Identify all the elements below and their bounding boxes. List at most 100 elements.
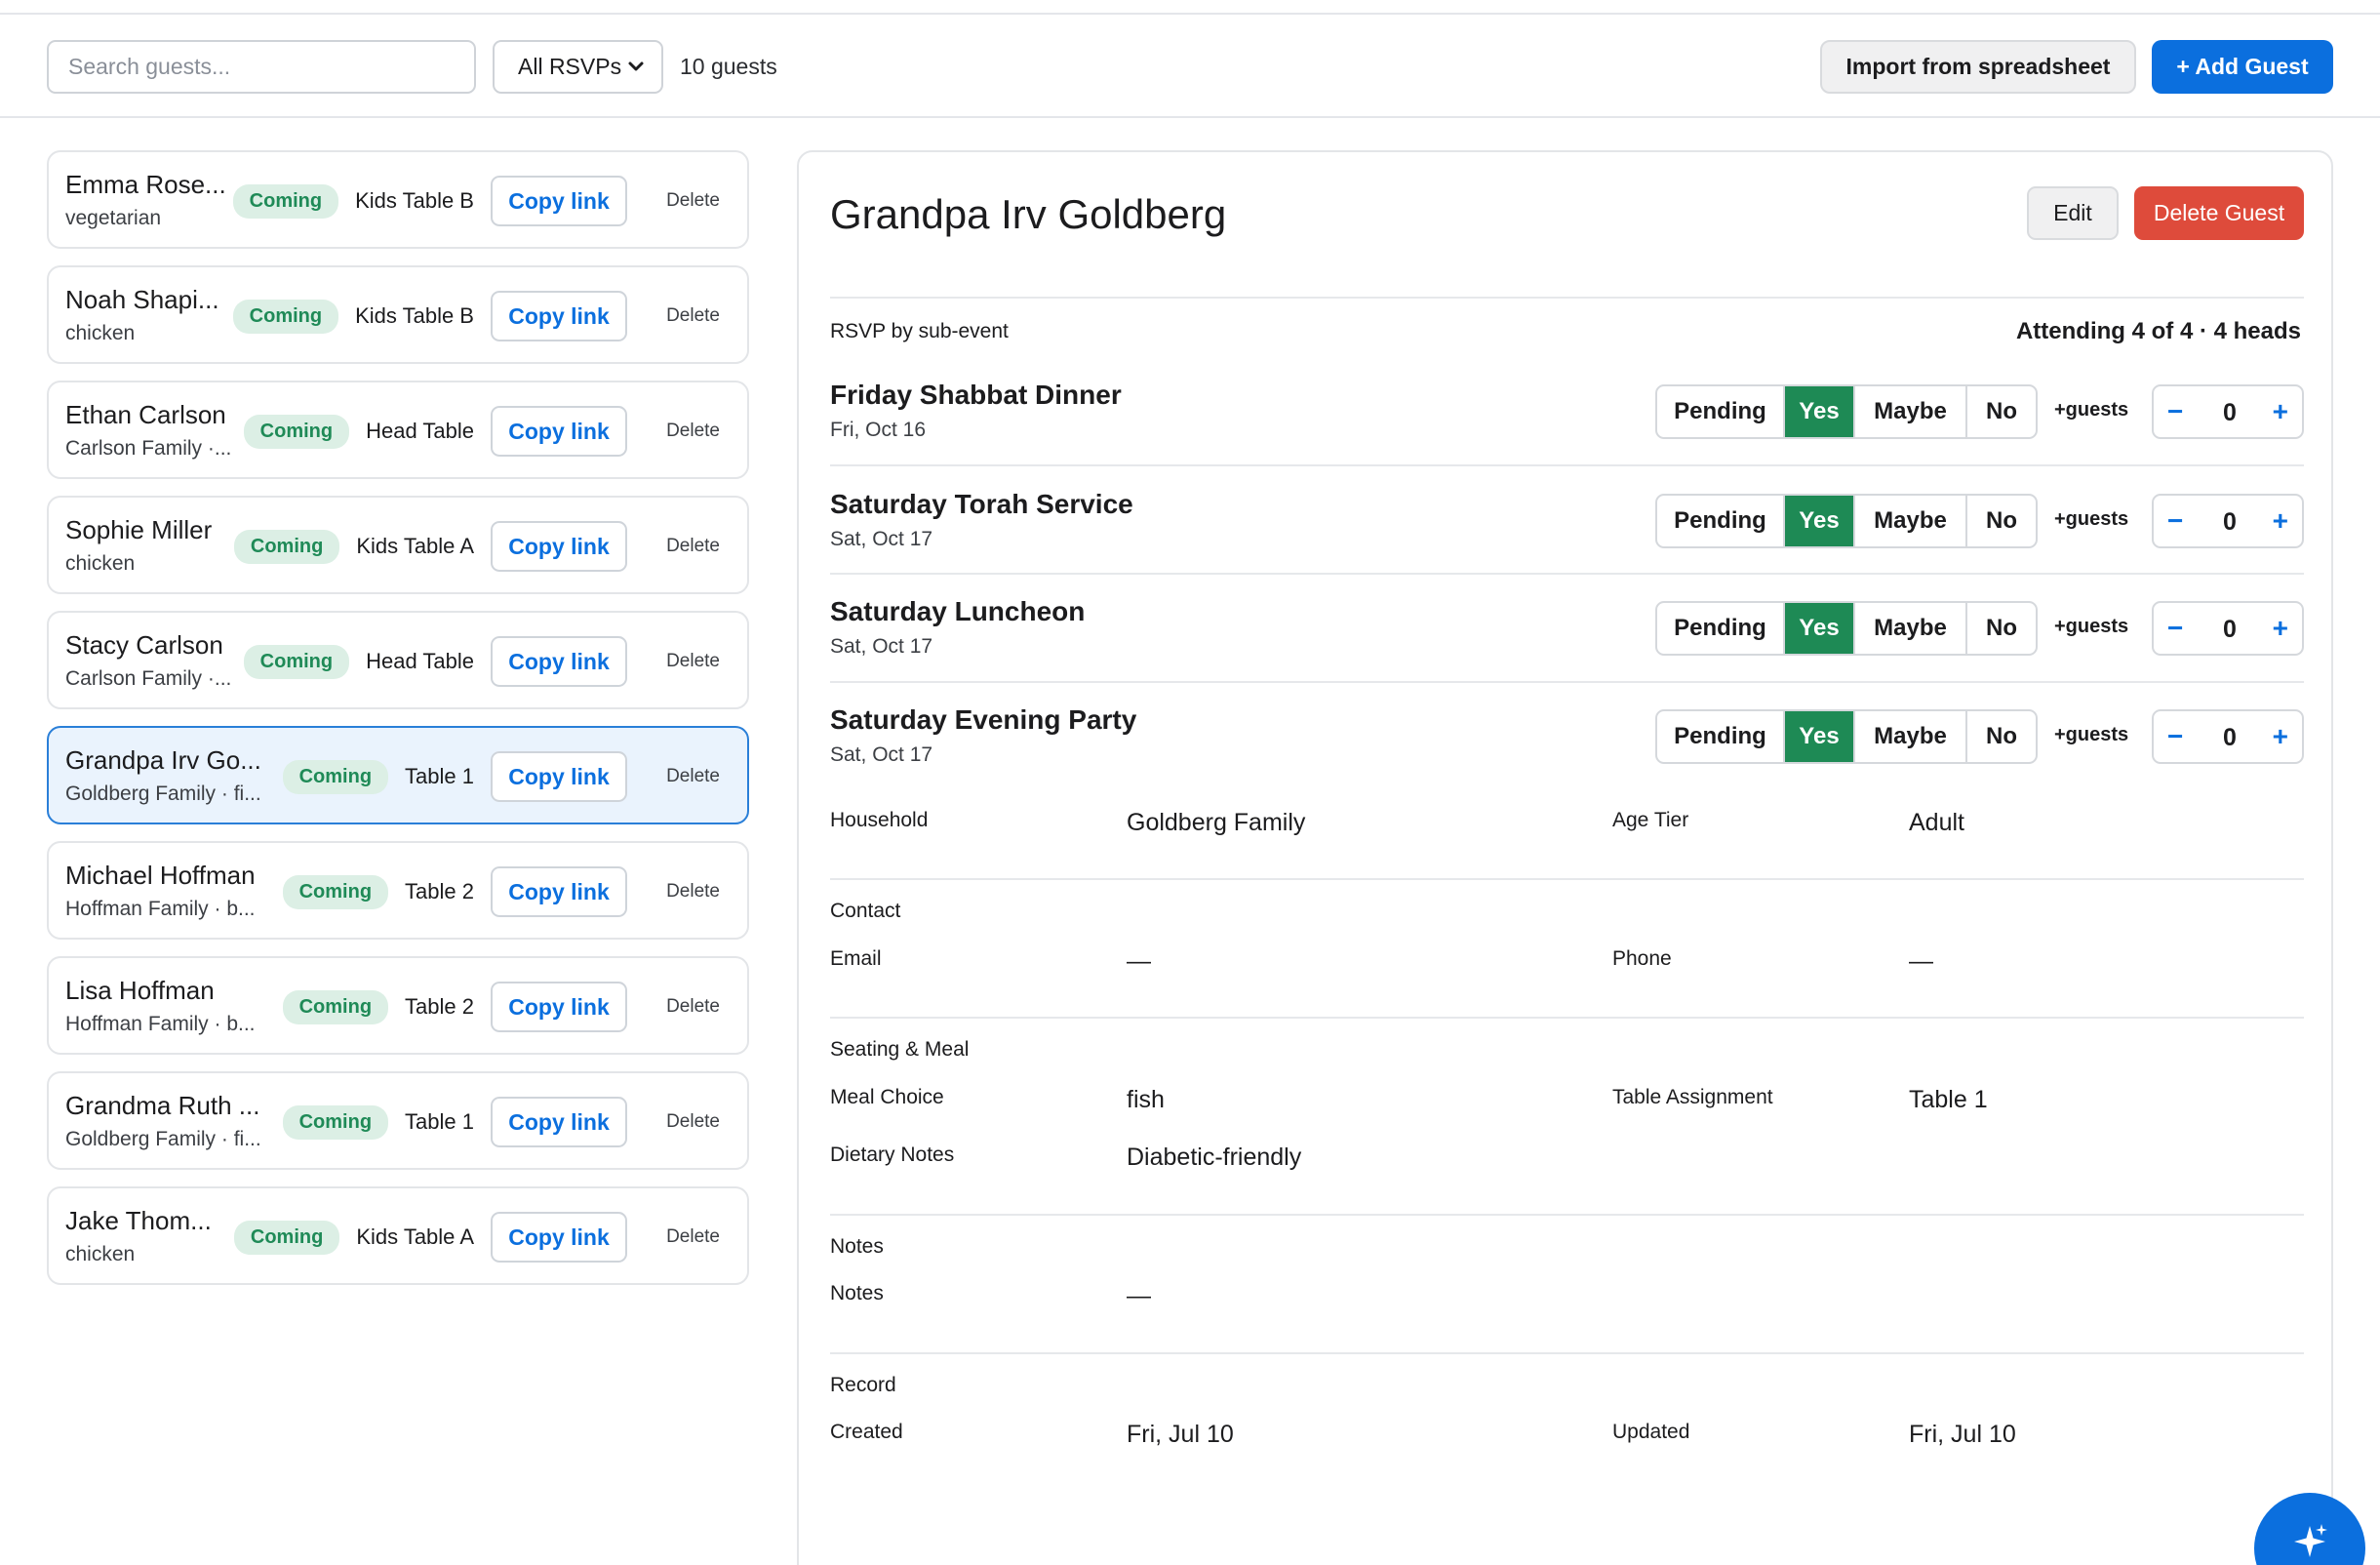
subevent-date: Sat, Oct 17 [830,743,933,766]
rsvp-option-pending[interactable]: Pending [1657,711,1785,762]
rsvp-option-maybe[interactable]: Maybe [1855,386,1967,437]
guest-table: Head Table [366,419,474,443]
copy-link-button[interactable]: Copy link [491,636,627,687]
status-badge: Coming [282,1104,389,1140]
delete-guest-link[interactable]: Delete [627,766,720,787]
notes-label: Notes [830,1282,884,1304]
delete-guest-link[interactable]: Delete [627,190,720,212]
meal-choice-value: fish [1127,1086,1165,1113]
rsvp-option-yes[interactable]: Yes [1785,496,1855,546]
guest-card[interactable]: Jake Thom... chicken Coming Kids Table A… [47,1186,749,1285]
rsvp-option-maybe[interactable]: Maybe [1855,603,1967,654]
rsvp-option-no[interactable]: No [1967,496,2036,546]
rsvp-option-maybe[interactable]: Maybe [1855,496,1967,546]
plus-guests-stepper: − 0 + [2152,709,2304,764]
subevent-date: Fri, Oct 16 [830,419,927,441]
copy-link-button[interactable]: Copy link [491,1212,627,1263]
guest-card[interactable]: Ethan Carlson Carlson Family ·... Coming… [47,381,749,479]
delete-guest-link[interactable]: Delete [627,1226,720,1248]
subevent-row: Friday Shabbat Dinner Fri, Oct 16 Pendin… [830,380,2304,467]
import-spreadsheet-button[interactable]: Import from spreadsheet [1820,40,2136,94]
guest-subtitle: chicken [65,1243,136,1265]
add-guest-button[interactable]: + Add Guest [2152,40,2333,94]
rsvp-option-no[interactable]: No [1967,603,2036,654]
delete-guest-link[interactable]: Delete [627,1111,720,1133]
copy-link-button[interactable]: Copy link [491,1097,627,1147]
delete-guest-link[interactable]: Delete [627,996,720,1018]
divider [830,1352,2304,1354]
rsvp-option-maybe[interactable]: Maybe [1855,711,1967,762]
copy-link-button[interactable]: Copy link [491,751,627,802]
updated-value: Fri, Jul 10 [1909,1421,2016,1448]
guest-card[interactable]: Grandma Ruth ... Goldberg Family · fi...… [47,1071,749,1170]
increment-button[interactable]: + [2273,396,2288,427]
rsvp-option-pending[interactable]: Pending [1657,496,1785,546]
rsvp-filter-select[interactable]: All RSVPs [493,40,663,94]
sparkle-icon [2294,1524,2327,1557]
toolbar: All RSVPs 10 guests Import from spreadsh… [0,15,2380,118]
guest-card-selected[interactable]: Grandpa Irv Go... Goldberg Family · fi..… [47,726,749,824]
guest-table: Table 1 [405,764,474,788]
delete-guest-link[interactable]: Delete [627,881,720,903]
divider [830,464,2304,466]
email-value: — [1127,947,1151,975]
guest-detail-panel: Grandpa Irv Goldberg Edit Delete Guest R… [797,150,2333,1565]
rsvp-segmented-control: Pending Yes Maybe No [1655,709,2038,764]
delete-guest-link[interactable]: Delete [627,536,720,557]
increment-button[interactable]: + [2273,505,2288,537]
divider [830,1017,2304,1019]
rsvp-option-pending[interactable]: Pending [1657,386,1785,437]
guest-table: Kids Table B [355,188,474,213]
dietary-notes-value: Diabetic-friendly [1127,1144,1302,1171]
rsvp-option-no[interactable]: No [1967,386,2036,437]
guest-subtitle: Hoffman Family · b... [65,1013,256,1035]
rsvp-option-pending[interactable]: Pending [1657,603,1785,654]
edit-button[interactable]: Edit [2027,186,2119,240]
guest-subtitle: Hoffman Family · b... [65,898,256,920]
plus-guests-label: +guests [2054,399,2129,421]
delete-guest-link[interactable]: Delete [627,651,720,672]
plus-guests-label: +guests [2054,616,2129,637]
rsvp-option-no[interactable]: No [1967,711,2036,762]
subevent-name: Saturday Evening Party [830,704,1137,735]
copy-link-button[interactable]: Copy link [491,406,627,457]
copy-link-button[interactable]: Copy link [491,521,627,572]
table-assignment-value: Table 1 [1909,1086,1988,1113]
increment-button[interactable]: + [2273,721,2288,752]
guest-card[interactable]: Sophie Miller chicken Coming Kids Table … [47,496,749,594]
guest-card[interactable]: Michael Hoffman Hoffman Family · b... Co… [47,841,749,940]
guest-card[interactable]: Stacy Carlson Carlson Family ·... Coming… [47,611,749,709]
guest-card[interactable]: Lisa Hoffman Hoffman Family · b... Comin… [47,956,749,1055]
delete-guest-button[interactable]: Delete Guest [2134,186,2304,240]
guest-table: Kids Table A [356,534,474,558]
search-input[interactable] [47,40,476,94]
rsvp-option-yes[interactable]: Yes [1785,386,1855,437]
divider [830,1214,2304,1216]
guest-name: Lisa Hoffman [65,976,215,1005]
delete-guest-link[interactable]: Delete [627,421,720,442]
divider [830,573,2304,575]
guest-card[interactable]: Noah Shapi... chicken Coming Kids Table … [47,265,749,364]
rsvp-option-yes[interactable]: Yes [1785,603,1855,654]
divider [830,297,2304,299]
status-badge: Coming [243,414,350,449]
copy-link-button[interactable]: Copy link [491,982,627,1032]
guest-table: Table 2 [405,994,474,1019]
guest-name: Michael Hoffman [65,861,256,890]
delete-guest-link[interactable]: Delete [627,305,720,327]
plus-guests-label: +guests [2054,724,2129,745]
rsvp-segmented-control: Pending Yes Maybe No [1655,601,2038,656]
guest-name: Emma Rose... [65,170,226,199]
status-badge: Coming [233,529,340,564]
increment-button[interactable]: + [2273,613,2288,644]
subevent-name: Saturday Luncheon [830,596,1086,626]
copy-link-button[interactable]: Copy link [491,291,627,341]
rsvp-option-yes[interactable]: Yes [1785,711,1855,762]
copy-link-button[interactable]: Copy link [491,176,627,226]
status-badge: Coming [282,989,389,1024]
plus-guests-stepper: − 0 + [2152,494,2304,548]
guest-subtitle: chicken [65,552,136,575]
plus-guests-stepper: − 0 + [2152,384,2304,439]
guest-card[interactable]: Emma Rose... vegetarian Coming Kids Tabl… [47,150,749,249]
copy-link-button[interactable]: Copy link [491,866,627,917]
